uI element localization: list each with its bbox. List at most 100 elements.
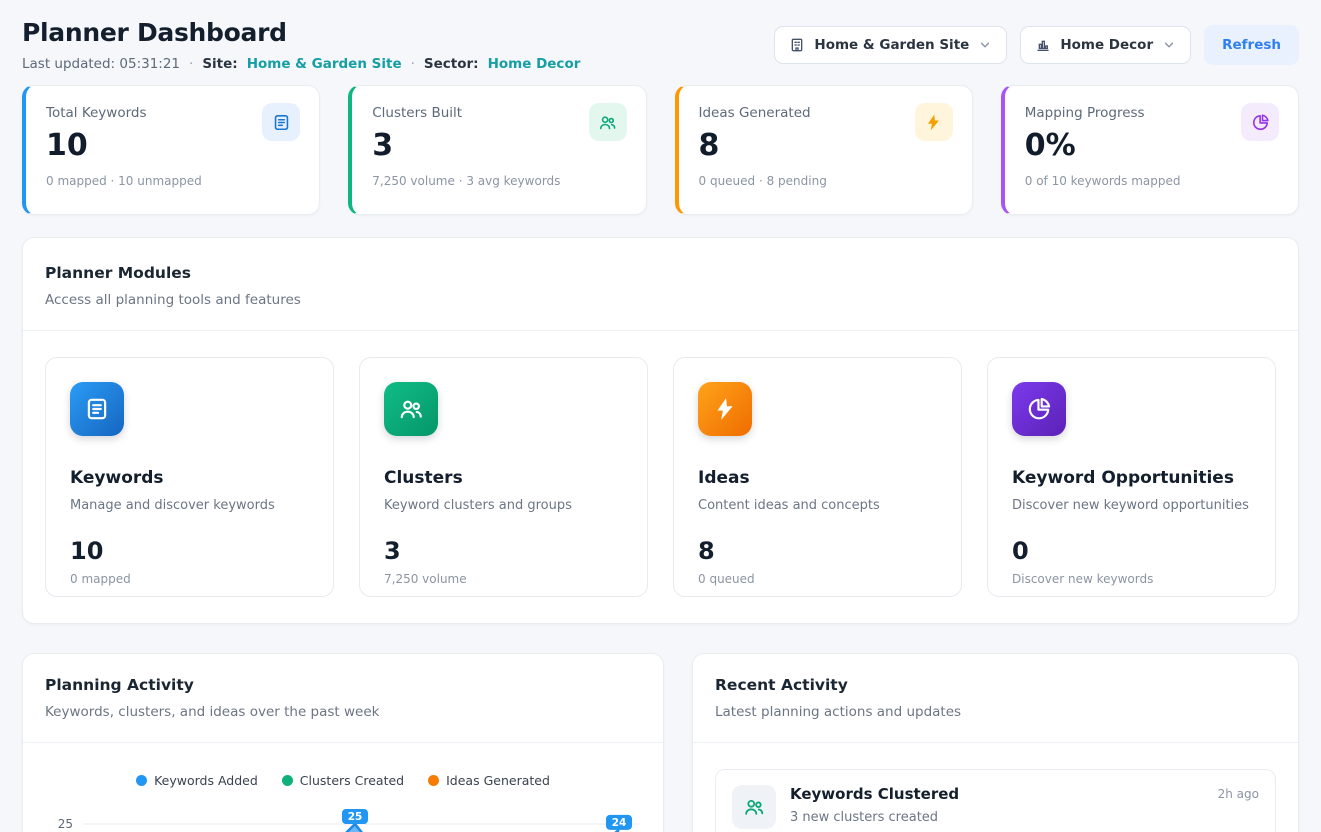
module-card-clusters[interactable]: Clusters Keyword clusters and groups 3 7… bbox=[359, 357, 648, 597]
site-selector-dropdown[interactable]: Home & Garden Site bbox=[774, 26, 1007, 64]
recent-activity-title: Recent Activity bbox=[715, 676, 1276, 694]
stat-value: 10 bbox=[46, 128, 299, 163]
activity-timestamp: 2h ago bbox=[1218, 787, 1259, 801]
module-subtitle: Discover new keywords bbox=[1012, 572, 1251, 586]
meta-line: Last updated: 05:31:21 · Site: Home & Ga… bbox=[22, 56, 580, 72]
planning-activity-panel: Planning Activity Keywords, clusters, an… bbox=[22, 653, 664, 832]
document-icon bbox=[70, 382, 124, 436]
stat-title: Ideas Generated bbox=[699, 105, 952, 121]
topbar: Planner Dashboard Last updated: 05:31:21… bbox=[22, 18, 1299, 72]
sector-selector-dropdown[interactable]: Home Decor bbox=[1020, 26, 1191, 64]
stat-card-mapping-progress: Mapping Progress 0% 0 of 10 keywords map… bbox=[1001, 85, 1299, 215]
stat-card-total-keywords: Total Keywords 10 0 mapped · 10 unmapped bbox=[22, 85, 320, 215]
module-description: Keyword clusters and groups bbox=[384, 498, 623, 513]
module-value: 3 bbox=[384, 537, 623, 565]
module-title: Ideas bbox=[698, 468, 937, 488]
module-title: Clusters bbox=[384, 468, 623, 488]
module-value: 10 bbox=[70, 537, 309, 565]
svg-text:24: 24 bbox=[612, 817, 627, 829]
stat-card-ideas-generated: Ideas Generated 8 0 queued · 8 pending bbox=[675, 85, 973, 215]
module-title: Keyword Opportunities bbox=[1012, 468, 1251, 488]
planning-activity-chart: 25 24 bbox=[83, 804, 639, 832]
stat-value: 3 bbox=[372, 128, 625, 163]
planning-activity-subtitle: Keywords, clusters, and ideas over the p… bbox=[45, 704, 641, 720]
stat-value: 0% bbox=[1025, 128, 1278, 163]
site-selector-value: Home & Garden Site bbox=[814, 37, 969, 53]
stat-title: Total Keywords bbox=[46, 105, 299, 121]
planner-dashboard-page: Planner Dashboard Last updated: 05:31:21… bbox=[0, 0, 1321, 832]
module-value: 8 bbox=[698, 537, 937, 565]
topbar-left: Planner Dashboard Last updated: 05:31:21… bbox=[22, 18, 580, 72]
module-subtitle: 0 queued bbox=[698, 572, 937, 586]
module-description: Manage and discover keywords bbox=[70, 498, 309, 513]
document-icon bbox=[262, 103, 300, 141]
stat-title: Mapping Progress bbox=[1025, 105, 1278, 121]
bottom-row: Planning Activity Keywords, clusters, an… bbox=[22, 653, 1299, 832]
recent-activity-list: Keywords Clustered 3 new clusters create… bbox=[693, 743, 1298, 832]
stats-row: Total Keywords 10 0 mapped · 10 unmapped… bbox=[22, 85, 1299, 215]
legend-item-clusters-created: Clusters Created bbox=[282, 773, 404, 788]
last-updated-text: Last updated: 05:31:21 bbox=[22, 56, 180, 72]
stat-subtitle: 0 queued · 8 pending bbox=[699, 174, 952, 188]
module-card-keyword-opportunities[interactable]: Keyword Opportunities Discover new keywo… bbox=[987, 357, 1276, 597]
meta-separator: · bbox=[189, 56, 193, 72]
module-card-keywords[interactable]: Keywords Manage and discover keywords 10… bbox=[45, 357, 334, 597]
recent-activity-header: Recent Activity Latest planning actions … bbox=[693, 676, 1298, 720]
modules-title: Planner Modules bbox=[45, 264, 1276, 282]
meta-separator-2: · bbox=[411, 56, 415, 72]
stat-subtitle: 0 of 10 keywords mapped bbox=[1025, 174, 1278, 188]
legend-item-keywords-added: Keywords Added bbox=[136, 773, 258, 788]
svg-text:25: 25 bbox=[348, 811, 363, 823]
divider bbox=[23, 742, 663, 743]
activity-texts: Keywords Clustered 3 new clusters create… bbox=[790, 785, 1204, 825]
legend-label: Clusters Created bbox=[300, 773, 404, 788]
planning-activity-title: Planning Activity bbox=[45, 676, 641, 694]
module-subtitle: 0 mapped bbox=[70, 572, 309, 586]
activity-description: 3 new clusters created bbox=[790, 810, 1204, 825]
refresh-button[interactable]: Refresh bbox=[1204, 25, 1299, 65]
bolt-icon bbox=[915, 103, 953, 141]
module-card-ideas[interactable]: Ideas Content ideas and concepts 8 0 que… bbox=[673, 357, 962, 597]
modules-header: Planner Modules Access all planning tool… bbox=[23, 264, 1298, 308]
stat-title: Clusters Built bbox=[372, 105, 625, 121]
legend-label: Ideas Generated bbox=[446, 773, 550, 788]
legend-dot-blue bbox=[136, 775, 147, 786]
module-description: Content ideas and concepts bbox=[698, 498, 937, 513]
modules-subtitle: Access all planning tools and features bbox=[45, 292, 1276, 308]
site-link[interactable]: Home & Garden Site bbox=[247, 56, 402, 72]
divider bbox=[23, 330, 1298, 331]
topbar-actions: Home & Garden Site Home Decor bbox=[774, 25, 1299, 65]
chart-legend: Keywords Added Clusters Created Ideas Ge… bbox=[23, 773, 663, 788]
activity-title: Keywords Clustered bbox=[790, 785, 1204, 803]
stat-subtitle: 7,250 volume · 3 avg keywords bbox=[372, 174, 625, 188]
users-icon bbox=[384, 382, 438, 436]
module-value: 0 bbox=[1012, 537, 1251, 565]
recent-activity-panel: Recent Activity Latest planning actions … bbox=[692, 653, 1299, 832]
module-title: Keywords bbox=[70, 468, 309, 488]
sector-link[interactable]: Home Decor bbox=[488, 56, 581, 72]
chevron-down-icon bbox=[978, 38, 992, 52]
bar-chart-icon bbox=[1035, 37, 1051, 53]
planner-modules-section: Planner Modules Access all planning tool… bbox=[22, 237, 1299, 624]
chevron-down-icon bbox=[1162, 38, 1176, 52]
stat-value: 8 bbox=[699, 128, 952, 163]
users-icon bbox=[589, 103, 627, 141]
legend-dot-green bbox=[282, 775, 293, 786]
module-description: Discover new keyword opportunities bbox=[1012, 498, 1251, 513]
pie-chart-icon bbox=[1241, 103, 1279, 141]
chart-area: 25 25 24 bbox=[23, 804, 663, 832]
stat-card-clusters-built: Clusters Built 3 7,250 volume · 3 avg ke… bbox=[348, 85, 646, 215]
planning-activity-header: Planning Activity Keywords, clusters, an… bbox=[23, 676, 663, 720]
modules-grid: Keywords Manage and discover keywords 10… bbox=[23, 357, 1298, 597]
y-axis-tick-25: 25 bbox=[49, 817, 83, 832]
site-label: Site: bbox=[202, 56, 237, 72]
legend-dot-orange bbox=[428, 775, 439, 786]
sector-selector-value: Home Decor bbox=[1060, 37, 1153, 53]
module-subtitle: 7,250 volume bbox=[384, 572, 623, 586]
activity-item-keywords-clustered[interactable]: Keywords Clustered 3 new clusters create… bbox=[715, 769, 1276, 832]
stat-subtitle: 0 mapped · 10 unmapped bbox=[46, 174, 299, 188]
sector-label: Sector: bbox=[424, 56, 479, 72]
users-icon bbox=[732, 785, 776, 829]
legend-label: Keywords Added bbox=[154, 773, 258, 788]
page-title: Planner Dashboard bbox=[22, 18, 580, 47]
